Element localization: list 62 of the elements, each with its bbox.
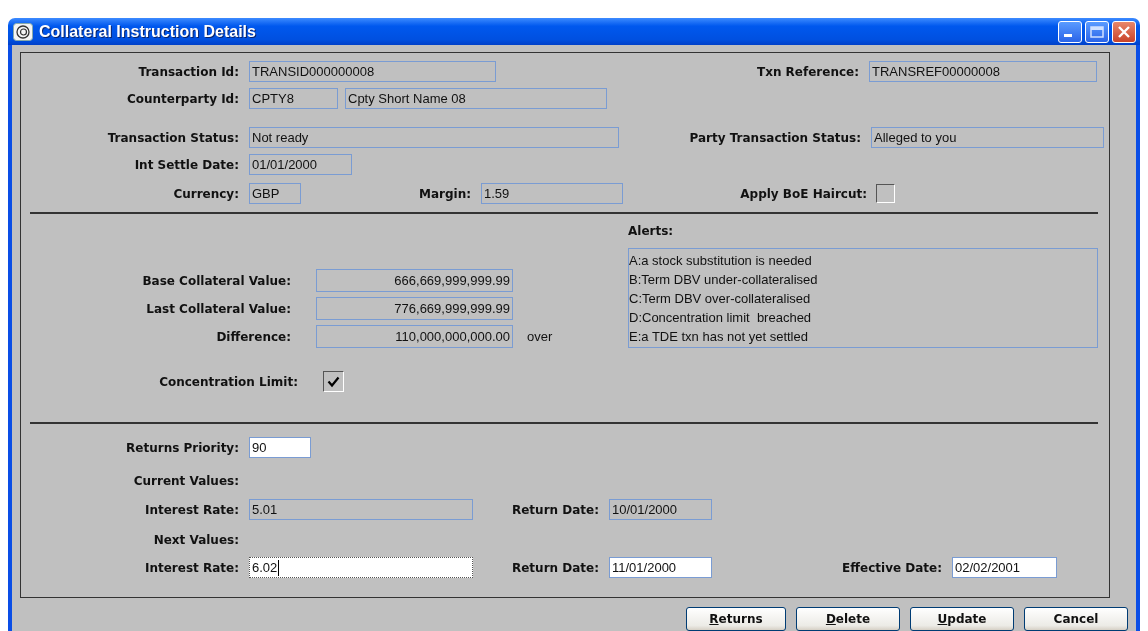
text-field[interactable]: 11/01/2000 [609,557,712,578]
minimize-icon [1064,34,1072,37]
text-field[interactable]: 110,000,000,000.00 [316,325,513,348]
checkbox[interactable] [876,184,895,203]
field-label: Transaction Status: [106,130,239,145]
check-icon [327,375,340,388]
field-label: Currency: [172,186,239,201]
field-label: Txn Reference: [755,64,859,79]
dialog-button[interactable]: Update [910,607,1014,631]
field-label: Base Collateral Value: [141,273,291,288]
field-label: Effective Date: [841,560,942,575]
close-icon [1118,25,1130,38]
field-label: Interest Rate: [144,560,239,575]
text-field[interactable]: GBP [249,183,301,204]
dialog-button[interactable]: Cancel [1024,607,1128,631]
text-field[interactable]: 01/01/2000 [249,154,352,175]
field-label: Difference: [215,329,291,344]
text-field[interactable]: 5.01 [249,499,473,520]
alert-item: C:Term DBV over-collateralised [629,290,812,308]
minimize-button[interactable] [1058,20,1082,43]
text-field[interactable]: 666,669,999,999.99 [316,269,513,292]
field-label: Concentration Limit: [158,374,298,389]
text-field[interactable]: 1.59 [481,183,623,204]
field-label: Returns Priority: [125,440,239,455]
alert-item: B:Term DBV under-collateralised [629,271,819,289]
text-field[interactable]: CPTY8 [249,88,338,109]
dialog-button[interactable]: Delete [796,607,900,631]
alert-item: D:Concentration limit breached [629,309,813,327]
field-label: Return Date: [510,560,599,575]
field-label: Transaction Id: [137,64,239,79]
field-label: Apply BoE Haircut: [739,186,867,201]
field-label: Interest Rate: [144,502,239,517]
window-title: Collateral Instruction Details [39,22,257,41]
text-field[interactable]: TRANSREF00000008 [869,61,1097,82]
swirl-icon [13,22,33,41]
text-cursor [278,559,280,576]
text-field[interactable]: Alleged to you [871,127,1104,148]
checkbox[interactable] [323,371,344,392]
text-field[interactable]: Not ready [249,127,619,148]
text-field[interactable]: 02/02/2001 [952,557,1057,578]
status-text: over [527,329,553,344]
field-label: Return Date: [510,502,599,517]
maximize-icon [1090,25,1104,38]
text-field[interactable]: 776,669,999,999.99 [316,297,513,320]
field-label: Margin: [418,186,471,201]
alert-item: E:a TDE txn has not yet settled [629,328,809,346]
alerts-label: Alerts: [628,224,675,238]
field-label: Next Values: [152,532,239,547]
field-label: Int Settle Date: [133,157,239,172]
close-button[interactable] [1112,20,1136,43]
maximize-button[interactable] [1085,20,1109,43]
text-field[interactable]: TRANSID000000008 [249,61,496,82]
dialog-button[interactable]: Returns [686,607,786,631]
field-label: Last Collateral Value: [145,301,291,316]
field-label: Counterparty Id: [125,91,239,106]
text-field[interactable]: 6.02 [249,557,473,578]
text-field[interactable]: 10/01/2000 [609,499,712,520]
field-label: Current Values: [132,473,239,488]
text-field[interactable]: 90 [249,437,311,458]
text-field[interactable]: Cpty Short Name 08 [345,88,607,109]
alert-item: A:a stock substitution is needed [629,252,813,270]
field-label: Party Transaction Status: [688,130,861,145]
